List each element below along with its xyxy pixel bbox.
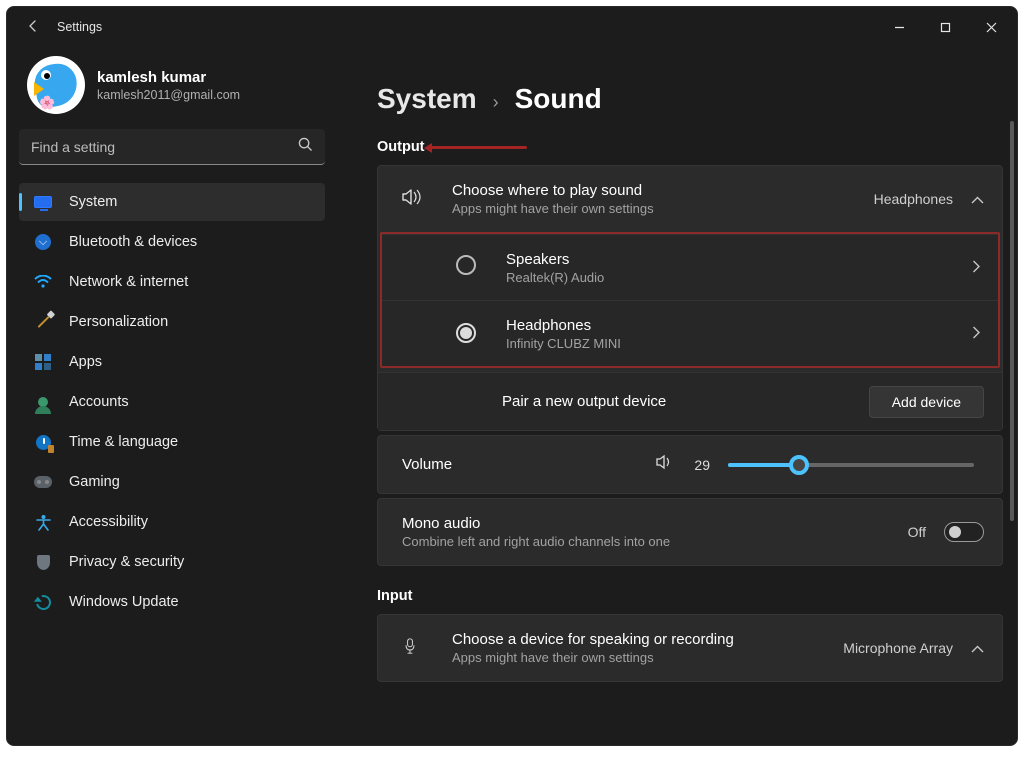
avatar: 🌸: [27, 56, 85, 114]
volume-card: Volume 29: [377, 435, 1003, 494]
monitor-icon: [31, 196, 55, 208]
microphone-icon: [402, 638, 432, 659]
settings-window: Settings 🌸 kamlesh kumar kamlesh2011@gma…: [6, 6, 1018, 746]
choose-input-row[interactable]: Choose a device for speaking or recordin…: [378, 615, 1002, 681]
sidebar-item-gaming[interactable]: Gaming: [19, 463, 325, 501]
breadcrumb-current: Sound: [515, 83, 602, 115]
sidebar-item-privacy[interactable]: Privacy & security: [19, 543, 325, 581]
update-icon: [31, 595, 55, 610]
device-headphones-row[interactable]: Headphones Infinity CLUBZ MINI: [382, 300, 998, 366]
volume-label: Volume: [402, 456, 656, 473]
wifi-icon: [31, 275, 55, 289]
sidebar-item-apps[interactable]: Apps: [19, 343, 325, 381]
chevron-right-icon: [972, 326, 980, 342]
pair-device-row: Pair a new output device Add device: [378, 372, 1002, 430]
sidebar-item-time[interactable]: Time & language: [19, 423, 325, 461]
back-button[interactable]: [17, 18, 49, 37]
sidebar-item-accessibility[interactable]: Accessibility: [19, 503, 325, 541]
breadcrumb-sep: ›: [493, 92, 499, 113]
shield-icon: [31, 555, 55, 570]
section-label-input: Input: [377, 588, 1003, 604]
radio-checked-icon[interactable]: [456, 323, 486, 344]
mono-state: Off: [908, 524, 926, 540]
nav: System ⌵ Bluetooth & devices Network & i…: [19, 183, 325, 621]
radio-unchecked-icon[interactable]: [456, 255, 486, 280]
input-card: Choose a device for speaking or recordin…: [377, 614, 1003, 682]
clock-icon: [31, 435, 55, 450]
minimize-icon: [894, 22, 905, 33]
sidebar-item-personalization[interactable]: Personalization: [19, 303, 325, 341]
output-card: Choose where to play sound Apps might ha…: [377, 165, 1003, 431]
speaker-icon: [402, 188, 432, 211]
close-button[interactable]: [969, 11, 1013, 43]
breadcrumb: System › Sound: [377, 83, 1003, 115]
brush-icon: [31, 321, 55, 323]
bluetooth-icon: ⌵: [31, 234, 55, 250]
gamepad-icon: [31, 476, 55, 488]
back-icon: [25, 18, 41, 34]
output-value: Headphones: [874, 191, 953, 207]
choose-output-row[interactable]: Choose where to play sound Apps might ha…: [378, 166, 1002, 232]
chevron-right-icon: [972, 260, 980, 276]
profile-email: kamlesh2011@gmail.com: [97, 88, 240, 102]
sidebar: 🌸 kamlesh kumar kamlesh2011@gmail.com Sy…: [7, 47, 337, 745]
titlebar: Settings: [7, 7, 1017, 47]
breadcrumb-parent[interactable]: System: [377, 83, 477, 115]
search-icon: [298, 137, 313, 156]
sidebar-item-system[interactable]: System: [19, 183, 325, 221]
maximize-button[interactable]: [923, 11, 967, 43]
volume-slider[interactable]: [728, 463, 974, 467]
input-value: Microphone Array: [843, 640, 953, 656]
profile[interactable]: 🌸 kamlesh kumar kamlesh2011@gmail.com: [19, 53, 325, 123]
mono-toggle[interactable]: [944, 522, 984, 542]
sidebar-item-accounts[interactable]: Accounts: [19, 383, 325, 421]
device-speakers-row[interactable]: Speakers Realtek(R) Audio: [382, 234, 998, 300]
sidebar-item-bluetooth[interactable]: ⌵ Bluetooth & devices: [19, 223, 325, 261]
section-label-output: Output: [377, 139, 1003, 155]
chevron-up-icon: [971, 640, 984, 656]
close-icon: [986, 22, 997, 33]
add-device-button[interactable]: Add device: [869, 386, 984, 418]
sidebar-item-update[interactable]: Windows Update: [19, 583, 325, 621]
volume-value: 29: [694, 457, 710, 473]
profile-name: kamlesh kumar: [97, 69, 240, 86]
person-icon: [31, 397, 55, 407]
annotation-box: Speakers Realtek(R) Audio Headphones Inf…: [380, 232, 1000, 368]
volume-icon[interactable]: [656, 454, 674, 475]
main: System › Sound Output Choose where to pl…: [337, 47, 1017, 745]
maximize-icon: [940, 22, 951, 33]
annotation-arrow: [431, 146, 527, 149]
scrollbar[interactable]: [1009, 121, 1015, 735]
minimize-button[interactable]: [877, 11, 921, 43]
apps-icon: [31, 354, 55, 370]
accessibility-icon: [31, 514, 55, 531]
sidebar-item-network[interactable]: Network & internet: [19, 263, 325, 301]
chevron-up-icon: [971, 191, 984, 207]
window-title: Settings: [57, 20, 877, 34]
search-input[interactable]: [19, 129, 325, 165]
mono-audio-card: Mono audio Combine left and right audio …: [377, 498, 1003, 566]
